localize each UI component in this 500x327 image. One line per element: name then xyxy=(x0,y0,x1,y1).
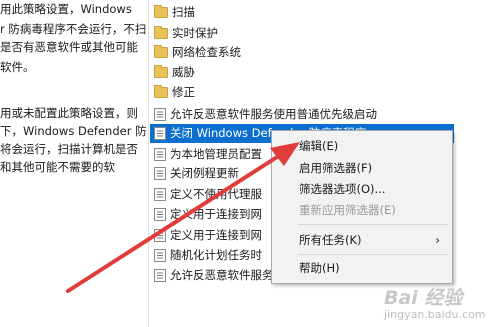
policy-setting-icon xyxy=(154,269,166,282)
menu-item-all-tasks[interactable]: 所有任务(K) › xyxy=(272,230,452,250)
menu-separator xyxy=(298,254,448,255)
watermark: Bai 经验 jingyan.baidu.com xyxy=(384,283,486,321)
tree-folder-item[interactable]: 网络检查系统 xyxy=(154,43,241,62)
policy-setting-icon xyxy=(154,208,166,221)
tree-folder-item[interactable]: 扫描 xyxy=(154,3,195,22)
tree-folder-item[interactable]: 威胁 xyxy=(154,63,195,82)
menu-item-filter-options-label: 筛选器选项(O)... xyxy=(299,182,386,196)
tree-item-label: 关闭例程更新 xyxy=(170,166,239,180)
policy-setting-icon xyxy=(154,249,166,262)
menu-item-help-label: 帮助(H) xyxy=(299,261,340,275)
folder-icon xyxy=(154,26,168,39)
menu-item-edit-label: 编辑(E) xyxy=(299,139,339,153)
tree-item-label: 为本地管理员配置 xyxy=(170,147,262,161)
policy-setting-icon xyxy=(154,148,166,161)
tree-item-label: 威胁 xyxy=(172,65,195,79)
policy-list-item[interactable]: 关闭例程更新 xyxy=(154,164,239,183)
policy-list-item[interactable]: 定义用于连接到网 xyxy=(154,226,262,245)
tree-folder-item[interactable]: 实时保护 xyxy=(154,24,218,43)
context-menu: 编辑(E) 启用筛选器(F) 筛选器选项(O)... 重新应用筛选器(E) 所有… xyxy=(271,130,453,284)
policy-setting-icon xyxy=(154,167,166,180)
policy-setting-icon xyxy=(154,188,166,201)
submenu-arrow-icon: › xyxy=(435,233,440,247)
tree-folder-item[interactable]: 修正 xyxy=(154,83,195,102)
policy-list-item[interactable]: 允许反恶意软件服务使用普通优先级启动 xyxy=(154,105,377,124)
tree-item-label: 定义不使用代理服 xyxy=(170,187,262,201)
folder-icon xyxy=(154,65,168,78)
policy-list-item[interactable]: 定义不使用代理服 xyxy=(154,185,262,204)
tree-item-label: 随机化计划任务时 xyxy=(170,248,262,262)
policy-setting-icon xyxy=(154,229,166,242)
policy-list-item[interactable]: 为本地管理员配置 xyxy=(154,145,262,164)
tree-item-label: 允许反恶意软件服务使用普通优先级启动 xyxy=(170,107,377,121)
policy-setting-icon xyxy=(154,127,166,140)
description-line: 将会运行，扫描计算机是否 xyxy=(0,142,138,156)
folder-icon xyxy=(154,45,168,58)
policy-list-item[interactable]: 定义用于连接到网 xyxy=(154,205,262,224)
folder-icon xyxy=(154,5,168,18)
policy-setting-icon xyxy=(154,108,166,121)
watermark-main: Bai 经验 xyxy=(384,287,463,309)
pane-divider xyxy=(148,0,149,327)
tree-item-label: 修正 xyxy=(172,85,195,99)
menu-item-filter-options[interactable]: 筛选器选项(O)... xyxy=(272,179,452,199)
description-line: 用或未配置此策略设置，则 xyxy=(0,106,138,120)
menu-item-edit[interactable]: 编辑(E) xyxy=(272,136,452,156)
description-line: 下，Windows Defender 防 xyxy=(0,124,147,138)
description-line: 软件。 xyxy=(0,60,35,74)
menu-item-enable-filter-label: 启用筛选器(F) xyxy=(299,161,373,175)
tree-item-label: 定义用于连接到网 xyxy=(170,228,262,242)
menu-item-enable-filter[interactable]: 启用筛选器(F) xyxy=(272,158,452,178)
menu-item-help[interactable]: 帮助(H) xyxy=(272,258,452,278)
description-line: r 防病毒程序不会运行，不扫 xyxy=(0,22,147,36)
menu-separator xyxy=(298,224,448,225)
folder-icon xyxy=(154,85,168,98)
tree-item-label: 网络检查系统 xyxy=(172,45,241,59)
tree-item-label: 定义用于连接到网 xyxy=(170,207,262,221)
watermark-sub: jingyan.baidu.com xyxy=(384,308,486,321)
description-line: 是否有恶意软件或其他可能 xyxy=(0,40,138,54)
menu-item-reapply-filter-label: 重新应用筛选器(E) xyxy=(299,203,396,217)
menu-item-reapply-filter: 重新应用筛选器(E) xyxy=(272,200,452,220)
description-line: 和其他可能不需要的软 xyxy=(0,160,115,174)
tree-item-label: 实时保护 xyxy=(172,26,218,40)
policy-list-item[interactable]: 随机化计划任务时 xyxy=(154,246,262,265)
tree-item-label: 扫描 xyxy=(172,5,195,19)
description-line: 用此策略设置，Windows xyxy=(0,2,132,16)
menu-item-all-tasks-label: 所有任务(K) xyxy=(299,233,362,247)
